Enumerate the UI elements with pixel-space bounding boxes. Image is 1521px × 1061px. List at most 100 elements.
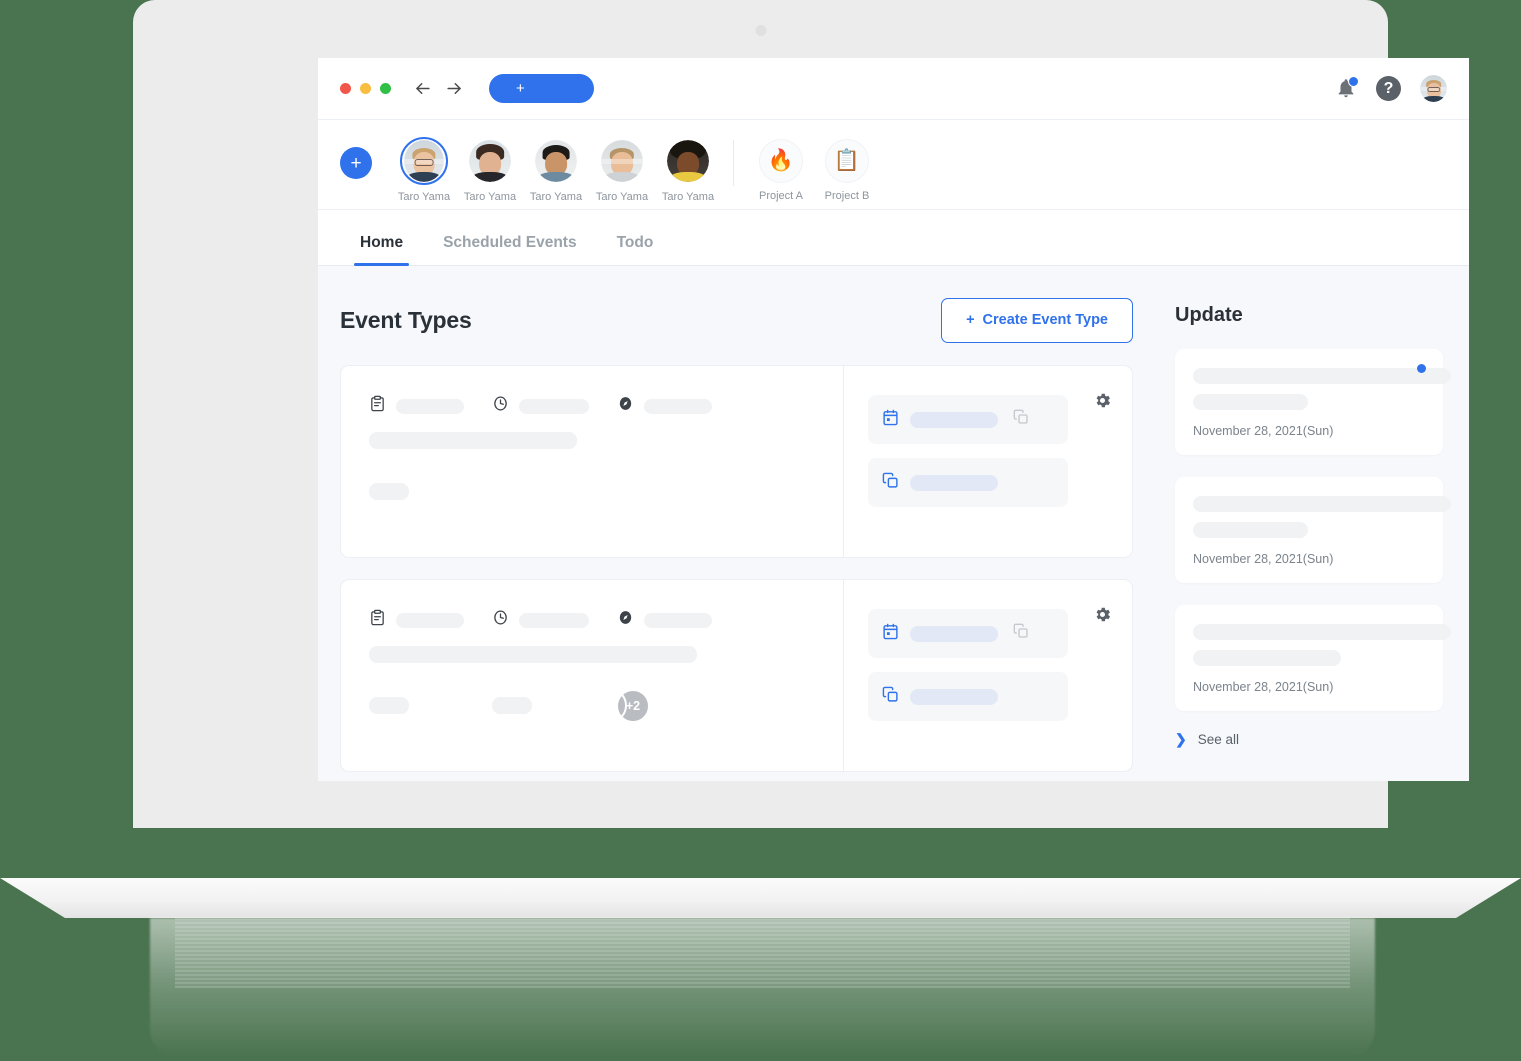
create-event-type-label: Create Event Type: [982, 312, 1108, 328]
see-all-link[interactable]: ❯ See all: [1175, 731, 1443, 748]
event-meta-duration: [492, 395, 589, 417]
event-type-card[interactable]: +2: [340, 579, 1133, 772]
avatar: [404, 140, 444, 182]
skeleton-bar: [910, 688, 998, 705]
update-panel-title: Update: [1175, 304, 1243, 326]
schedule-action[interactable]: [868, 609, 1068, 658]
event-attendees-row: [369, 474, 843, 509]
skeleton-bar: [396, 612, 464, 628]
gear-icon[interactable]: [1093, 605, 1112, 629]
skeleton-bar: [910, 625, 998, 642]
event-title-placeholder: [369, 646, 843, 663]
attendee-stack[interactable]: [421, 688, 456, 723]
unread-badge: [1417, 364, 1426, 373]
attendee-stack[interactable]: [421, 474, 456, 509]
event-meta-location: [617, 609, 712, 631]
avatar: [421, 688, 456, 723]
skeleton-bar: [492, 697, 532, 714]
maximize-window-button[interactable]: [380, 83, 391, 94]
create-event-type-button[interactable]: + Create Event Type: [941, 297, 1133, 343]
event-card-body: +2: [341, 580, 843, 771]
calendar-icon: [882, 409, 899, 431]
skeleton-bar: [369, 646, 697, 663]
notification-badge: [1348, 75, 1359, 87]
avatar: [601, 140, 643, 182]
clipboard-icon: [369, 609, 386, 631]
event-title-placeholder: [369, 432, 843, 449]
skeleton-bar: [369, 432, 577, 449]
person-item-2[interactable]: Taro Yama: [523, 137, 589, 203]
duplicate-icon: [882, 686, 899, 708]
event-types-section: Event Types + Create Event Type +2: [318, 296, 1153, 775]
event-meta-duration: [492, 609, 589, 631]
skeleton-bar: [644, 398, 712, 414]
divider: [733, 140, 734, 186]
bell-icon[interactable]: [1335, 75, 1359, 101]
project-item-b[interactable]: 📋 Project B: [814, 137, 880, 202]
clipboard-icon: [369, 395, 386, 417]
duplicate-action[interactable]: [868, 672, 1068, 721]
event-type-card[interactable]: [340, 365, 1133, 558]
skeleton-bar: [519, 398, 589, 414]
skeleton-bar: [910, 474, 998, 491]
arrow-left-icon[interactable]: [413, 79, 432, 98]
update-panel: Update November 28, 2021(Sun) November 2…: [1153, 296, 1469, 775]
attendee-stack-overflow[interactable]: +2: [544, 688, 650, 723]
skeleton-bar: [1193, 496, 1451, 512]
event-attendees-row: +2: [369, 688, 843, 723]
avatar[interactable]: [1420, 75, 1447, 102]
people-strip: + Taro Yama Taro Yama Taro Yama Taro Yam…: [318, 120, 1469, 210]
tab-home[interactable]: Home: [340, 234, 423, 266]
project-label: Project B: [824, 190, 870, 202]
person-item-1[interactable]: Taro Yama: [457, 137, 523, 203]
duplicate-action[interactable]: [868, 458, 1068, 507]
skeleton-bar: [1193, 522, 1308, 538]
update-item[interactable]: November 28, 2021(Sun): [1175, 477, 1451, 583]
close-window-button[interactable]: [340, 83, 351, 94]
webcam-icon: [755, 25, 766, 36]
arrow-right-icon[interactable]: [445, 79, 464, 98]
person-label: Taro Yama: [529, 191, 583, 203]
schedule-action[interactable]: [868, 395, 1068, 444]
event-meta-row: [369, 609, 843, 631]
project-label: Project A: [758, 190, 804, 202]
minimize-window-button[interactable]: [360, 83, 371, 94]
compass-icon: [617, 609, 634, 631]
update-item[interactable]: November 28, 2021(Sun): [1175, 605, 1451, 711]
avatar: [469, 140, 511, 182]
skeleton-bar: [1193, 624, 1451, 640]
gear-icon[interactable]: [1093, 391, 1112, 415]
update-date: November 28, 2021(Sun): [1193, 424, 1334, 438]
clock-icon: [492, 395, 509, 417]
page-title: Event Types: [340, 306, 472, 333]
new-tab-button[interactable]: +: [489, 74, 594, 103]
plus-icon: +: [966, 312, 975, 328]
person-label: Taro Yama: [661, 191, 715, 203]
skeleton-bar: [519, 612, 589, 628]
update-item[interactable]: November 28, 2021(Sun): [1175, 349, 1451, 455]
event-card-actions: [843, 366, 1132, 557]
person-item-0[interactable]: Taro Yama: [391, 137, 457, 203]
tab-todo[interactable]: Todo: [597, 234, 674, 265]
person-label: Taro Yama: [397, 191, 451, 203]
tab-scheduled-events[interactable]: Scheduled Events: [423, 234, 597, 265]
skeleton-bar: [1193, 650, 1341, 666]
copy-icon[interactable]: [1013, 623, 1029, 644]
event-meta-location: [617, 395, 712, 417]
person-item-3[interactable]: Taro Yama: [589, 137, 655, 203]
copy-icon[interactable]: [1013, 409, 1029, 430]
question-mark-icon[interactable]: ?: [1376, 76, 1401, 101]
see-all-label: See all: [1197, 732, 1240, 747]
person-item-4[interactable]: Taro Yama: [655, 137, 721, 203]
event-card-body: [341, 366, 843, 557]
skeleton-bar: [369, 697, 409, 714]
laptop-reflection: [150, 918, 1375, 1058]
avatar: [592, 688, 627, 723]
project-item-a[interactable]: 🔥 Project A: [748, 137, 814, 202]
event-meta-type: [369, 609, 464, 631]
section-header: Event Types + Create Event Type: [340, 296, 1133, 344]
clock-icon: [492, 609, 509, 631]
duplicate-icon: [882, 472, 899, 494]
person-label: Taro Yama: [463, 191, 517, 203]
add-person-button[interactable]: +: [340, 147, 372, 179]
